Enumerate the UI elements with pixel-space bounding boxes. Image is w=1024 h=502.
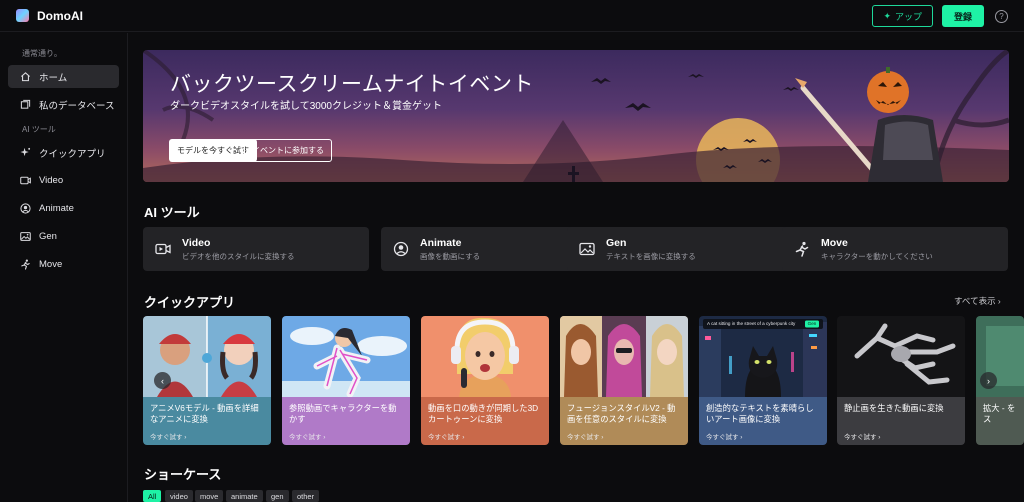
- sidebar-item-home[interactable]: ホーム: [8, 65, 119, 88]
- sidebar-item-label: Animate: [39, 203, 74, 214]
- tool-card-move[interactable]: Move キャラクターを動かしてください: [782, 227, 1008, 271]
- running-icon: [793, 240, 811, 258]
- filter-tag-gen[interactable]: gen: [266, 490, 289, 502]
- logo-icon: [16, 9, 29, 22]
- prompt-badge: Gen: [807, 321, 817, 326]
- quick-app-card[interactable]: 参照動画でキャラクターを動かす 今すぐ試す ›: [282, 316, 410, 445]
- home-icon: [20, 71, 31, 82]
- card-title: 動画を口の動きが同期した3Dカートゥーンに変換: [428, 403, 539, 424]
- card-info: 動画を口の動きが同期した3Dカートゥーンに変換 今すぐ試す ›: [421, 397, 549, 445]
- banner-title: バックツースクリームナイトイベント: [170, 73, 534, 96]
- card-info: 参照動画でキャラクターを動かす 今すぐ試す ›: [282, 397, 410, 445]
- quick-app-card[interactable]: 静止画を生きた動画に変換 今すぐ試す ›: [837, 316, 965, 445]
- sparkle-icon: ✦: [883, 10, 891, 21]
- sidebar-item-label: ホーム: [39, 72, 68, 84]
- sidebar-item-label: クイックアプリ: [39, 148, 106, 160]
- sidebar-item-move[interactable]: Move: [8, 253, 119, 276]
- filter-tag-move[interactable]: move: [195, 490, 224, 502]
- app-name: DomoAI: [37, 8, 83, 23]
- sidebar-item-label: 私のデータベース: [39, 100, 115, 112]
- card-title: アニメV6モデル - 動画を詳細なアニメに変換: [150, 403, 259, 424]
- animate-icon: [392, 240, 410, 258]
- tool-card-desc: テキストを画像に変換する: [606, 251, 696, 261]
- tool-card-title: Gen: [606, 236, 627, 249]
- card-thumbnail: [282, 316, 410, 397]
- carousel-next-button[interactable]: ›: [980, 372, 997, 389]
- sidebar-item-label: Move: [39, 259, 63, 270]
- sparkle-icon: [20, 147, 31, 158]
- sidebar-item-label: Gen: [39, 231, 57, 242]
- database-icon: [20, 99, 31, 110]
- filter-tag-video[interactable]: video: [165, 490, 193, 502]
- tool-card-video[interactable]: Video ビデオを他のスタイルに変換する: [143, 227, 369, 271]
- sidebar-item-label: Video: [39, 175, 64, 186]
- animate-icon: [20, 203, 31, 214]
- banner-subtitle: ダークビデオスタイルを試して3000クレジット＆賞金ゲット: [170, 101, 442, 112]
- filter-tag-all[interactable]: All: [143, 490, 162, 502]
- tool-card-desc: 画像を動画にする: [420, 251, 481, 261]
- try-now-link[interactable]: 今すぐ試す ›: [567, 431, 681, 441]
- sidebar-section-general: 通常通り。: [22, 49, 62, 58]
- ai-tools-heading: AI ツール: [144, 205, 200, 220]
- sidebar-section-tools: AI ツール: [22, 125, 56, 134]
- card-info: アニメV6モデル - 動画を詳細なアニメに変換 今すぐ試す ›: [143, 397, 271, 445]
- showcase-heading: ショーケース: [144, 467, 222, 482]
- quick-app-card[interactable]: 動画を口の動きが同期した3Dカートゥーンに変換 今すぐ試す ›: [421, 316, 549, 445]
- register-button[interactable]: 登録: [942, 5, 984, 27]
- card-info: フュージョンスタイルV2 - 動画を任意のスタイルに変換 今すぐ試す ›: [560, 397, 688, 445]
- card-info: 静止画を生きた動画に変換 今すぐ試す ›: [837, 397, 965, 445]
- card-info: 創造的なテキストを素晴らしいアート画像に変換 今すぐ試す ›: [699, 397, 827, 445]
- sidebar: 通常通り。 ホーム 私のデータベース AI ツール クイックアプリ Video …: [0, 33, 128, 502]
- logo[interactable]: DomoAI: [16, 9, 83, 23]
- help-icon[interactable]: ?: [995, 9, 1008, 23]
- card-title: 創造的なテキストを素晴らしいアート画像に変換: [706, 403, 814, 424]
- card-thumbnail: [699, 316, 827, 397]
- sidebar-item-database[interactable]: 私のデータベース: [8, 93, 119, 116]
- filter-tag-animate[interactable]: animate: [226, 490, 263, 502]
- video-icon: [20, 175, 31, 186]
- app-button[interactable]: ✦ アップ: [872, 5, 933, 27]
- quick-app-card[interactable]: A cat sitting in the street of a cyberpu…: [699, 316, 827, 445]
- card-title: 静止画を生きた動画に変換: [844, 403, 944, 413]
- tool-card-gen[interactable]: Gen テキストを画像に変換する: [567, 227, 793, 271]
- sidebar-item-gen[interactable]: Gen: [8, 225, 119, 248]
- top-bar: DomoAI ✦ アップ 登録 ?: [0, 0, 1024, 32]
- card-title: 拡大 - をス: [983, 403, 1016, 424]
- try-now-link[interactable]: 今すぐ試す ›: [289, 431, 403, 441]
- sidebar-item-video[interactable]: Video: [8, 169, 119, 192]
- card-title: フュージョンスタイルV2 - 動画を任意のスタイルに変換: [567, 403, 676, 424]
- card-info: 拡大 - をス: [976, 397, 1024, 445]
- try-now-link[interactable]: 今すぐ試す ›: [706, 431, 820, 441]
- card-title: 参照動画でキャラクターを動かす: [289, 403, 397, 424]
- app-button-label: アップ: [894, 11, 922, 22]
- event-banner[interactable]: バックツースクリームナイトイベント ダークビデオスタイルを試して3000クレジッ…: [143, 50, 1009, 182]
- join-event-button[interactable]: イベントに参加する: [244, 139, 332, 162]
- see-all-link[interactable]: すべて表示 ›: [954, 295, 1001, 307]
- try-now-link[interactable]: 今すぐ試す ›: [428, 431, 542, 441]
- quick-apps-heading: クイックアプリ: [144, 295, 236, 310]
- card-thumbnail: [837, 316, 965, 397]
- prompt-text: A cat sitting in the street of a cyberpu…: [707, 321, 796, 326]
- tool-card-desc: キャラクターを動かしてください: [821, 251, 933, 261]
- sidebar-item-quick-apps[interactable]: クイックアプリ: [8, 141, 119, 164]
- tool-card-title: Move: [821, 236, 848, 249]
- tool-card-desc: ビデオを他のスタイルに変換する: [182, 251, 295, 261]
- image-icon: [20, 231, 31, 242]
- try-now-link[interactable]: 今すぐ試す ›: [150, 431, 264, 441]
- sidebar-item-animate[interactable]: Animate: [8, 197, 119, 220]
- tool-card-title: Video: [182, 236, 211, 249]
- video-icon: [154, 240, 172, 258]
- filter-tag-other[interactable]: other: [292, 490, 320, 502]
- card-thumbnail: [560, 316, 688, 397]
- card-thumbnail: [421, 316, 549, 397]
- quick-app-card[interactable]: フュージョンスタイルV2 - 動画を任意のスタイルに変換 今すぐ試す ›: [560, 316, 688, 445]
- try-now-link[interactable]: 今すぐ試す ›: [844, 431, 958, 441]
- tool-card-title: Animate: [420, 236, 462, 249]
- image-icon: [578, 240, 596, 258]
- carousel-prev-button[interactable]: ‹: [154, 372, 171, 389]
- running-icon: [20, 259, 31, 270]
